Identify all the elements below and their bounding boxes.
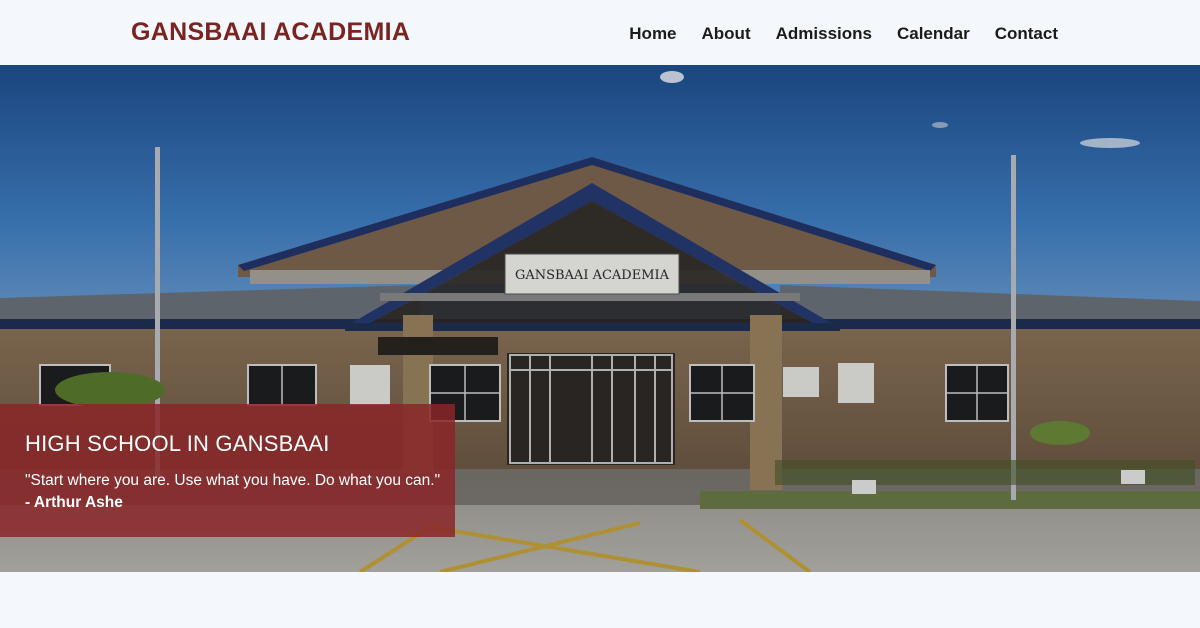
nav-calendar-link[interactable]: Calendar [897, 24, 970, 44]
site-logo[interactable]: GANSBAAI ACADEMIA [131, 18, 410, 47]
hero-caption-box: HIGH SCHOOL IN GANSBAAI "Start where you… [0, 404, 455, 537]
hero-banner: GANSBAAI ACADEMIA HIGH SCHOOL IN GANSBAA… [0, 65, 1200, 572]
nav-home-link[interactable]: Home [629, 24, 676, 44]
nav-admissions-link[interactable]: Admissions [776, 24, 872, 44]
hero-title: HIGH SCHOOL IN GANSBAAI [25, 431, 330, 456]
page-below-hero [0, 572, 1200, 628]
site-header: GANSBAAI ACADEMIA Home About Admissions … [0, 0, 1200, 65]
nav-about-link[interactable]: About [702, 24, 751, 44]
main-nav: Home About Admissions Calendar Contact [629, 24, 1058, 44]
nav-contact-link[interactable]: Contact [995, 24, 1058, 44]
hero-quote-author: - Arthur Ashe [25, 494, 123, 511]
hero-quote: "Start where you are. Use what you have.… [25, 472, 441, 489]
